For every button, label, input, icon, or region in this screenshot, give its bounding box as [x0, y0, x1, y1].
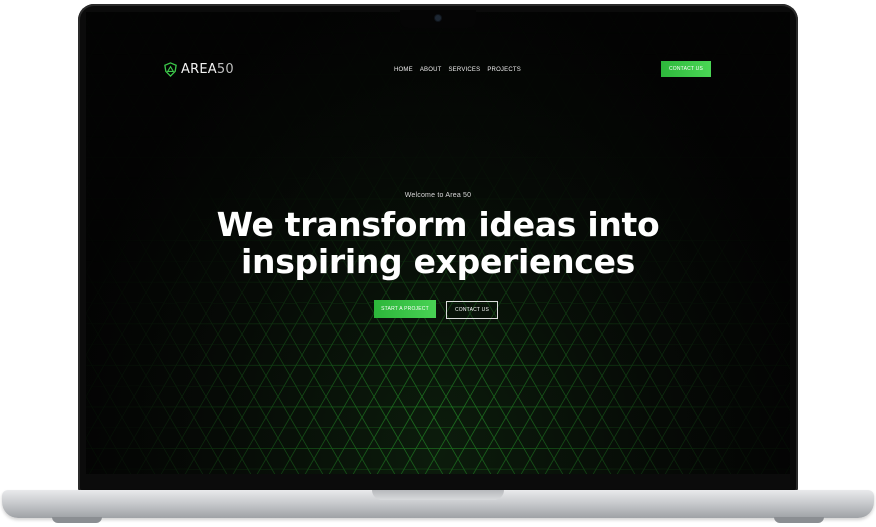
start-project-button[interactable]: START A PROJECT — [374, 300, 436, 318]
hero-section: Welcome to Area 50 We transform ideas in… — [86, 192, 790, 280]
hero-contact-button[interactable]: CONTACT US — [446, 301, 498, 319]
hero-title-line-1: We transform ideas into — [216, 205, 660, 244]
laptop-opening-notch — [372, 490, 504, 500]
nav-link-services[interactable]: SERVICES — [448, 67, 480, 73]
hero-title-line-2: inspiring experiences — [241, 242, 635, 281]
hero-eyebrow: Welcome to Area 50 — [404, 192, 472, 199]
brand-name-accent: 50 — [216, 62, 234, 77]
nav-link-projects[interactable]: PROJECTS — [487, 67, 521, 73]
laptop-foot-left — [52, 517, 102, 523]
hero-title: We transform ideas into inspiring experi… — [86, 206, 790, 280]
brand-name: AREA50 — [181, 62, 234, 77]
brand-name-primary: AREA — [181, 62, 217, 77]
nav-link-about[interactable]: ABOUT — [420, 67, 442, 73]
webcam-icon — [435, 15, 441, 21]
laptop-screen: AREA50 HOME ABOUT SERVICES PROJECTS CONT… — [86, 12, 790, 474]
nav-link-home[interactable]: HOME — [394, 67, 413, 73]
hero-buttons: START A PROJECT CONTACT US — [374, 300, 498, 319]
nav-links: HOME ABOUT SERVICES PROJECTS — [394, 67, 521, 73]
nav-contact-button[interactable]: CONTACT US — [661, 61, 711, 77]
shield-triangle-icon — [164, 62, 177, 77]
laptop-foot-right — [774, 517, 824, 523]
brand-logo[interactable]: AREA50 — [163, 62, 234, 77]
